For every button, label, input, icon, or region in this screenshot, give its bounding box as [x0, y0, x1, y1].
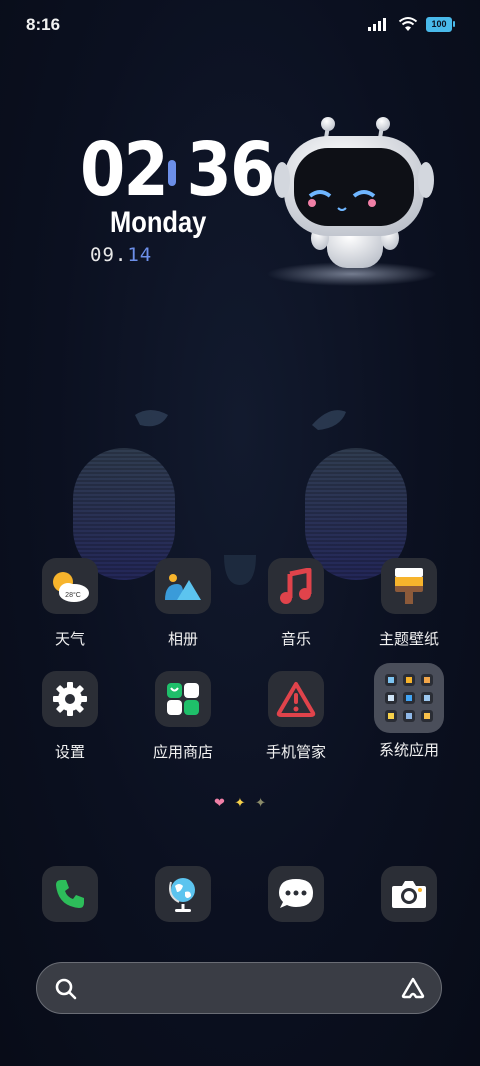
- folder-icon: [374, 663, 444, 733]
- page-indicator[interactable]: ❤ ✦ ✦: [0, 795, 480, 811]
- dock-phone[interactable]: [20, 866, 120, 922]
- message-bubble-icon: [268, 866, 324, 922]
- clock-hours: 02: [80, 127, 169, 213]
- app-folder-system[interactable]: 系统应用: [359, 663, 459, 760]
- dock-camera[interactable]: [359, 866, 459, 922]
- app-label: 手机管家: [265, 743, 326, 761]
- wifi-icon: [398, 17, 418, 31]
- app-label: 系统应用: [378, 741, 439, 759]
- app-weather[interactable]: 28°C 天气: [20, 558, 120, 649]
- app-label: 设置: [54, 743, 85, 761]
- robot-mascot-image: [267, 117, 437, 286]
- camera-icon: [381, 866, 437, 922]
- clock-separator: [168, 160, 176, 186]
- clock-date: 09.14: [90, 244, 153, 266]
- clock-day: Monday: [110, 206, 207, 239]
- warning-shield-icon: [268, 671, 324, 727]
- app-settings[interactable]: 设置: [20, 671, 120, 762]
- app-music[interactable]: 音乐: [246, 558, 346, 649]
- gallery-icon: [155, 558, 211, 614]
- weather-icon: 28°C: [42, 558, 98, 614]
- app-label: 天气: [54, 630, 85, 648]
- battery-icon: 100: [426, 16, 455, 32]
- app-phone-manager[interactable]: 手机管家: [246, 671, 346, 762]
- search-bar[interactable]: [36, 962, 442, 1014]
- clock-minutes: 36: [186, 127, 275, 213]
- app-themes[interactable]: 主题壁纸: [359, 558, 459, 649]
- music-icon: [268, 558, 324, 614]
- app-label: 相册: [167, 630, 198, 648]
- svg-text:28°C: 28°C: [65, 591, 81, 599]
- status-bar: 8:16 100: [0, 0, 480, 50]
- dock-messages[interactable]: [246, 866, 346, 922]
- paintbrush-icon: [381, 558, 437, 614]
- app-label: 应用商店: [152, 743, 213, 761]
- signal-icon: [368, 18, 386, 31]
- sparkle-icon: ✦: [255, 795, 266, 810]
- heart-icon: ❤: [214, 795, 225, 810]
- globe-icon: [155, 866, 211, 922]
- sparkle-icon: ✦: [234, 795, 246, 810]
- gear-icon: [42, 671, 98, 727]
- assistant-icon[interactable]: [401, 977, 425, 999]
- dock-browser[interactable]: [133, 866, 233, 922]
- clock-widget[interactable]: 02 36 Monday 09.14: [80, 130, 280, 270]
- app-label: 主题壁纸: [378, 630, 439, 648]
- app-gallery[interactable]: 相册: [133, 558, 233, 649]
- search-icon: [55, 978, 77, 1000]
- status-time: 8:16: [26, 15, 61, 34]
- search-input[interactable]: [93, 973, 387, 1005]
- clock-time: 02 36: [80, 127, 275, 213]
- app-store-icon: [155, 671, 211, 727]
- phone-icon: [42, 866, 98, 922]
- app-label: 音乐: [280, 630, 311, 648]
- app-store[interactable]: 应用商店: [133, 671, 233, 762]
